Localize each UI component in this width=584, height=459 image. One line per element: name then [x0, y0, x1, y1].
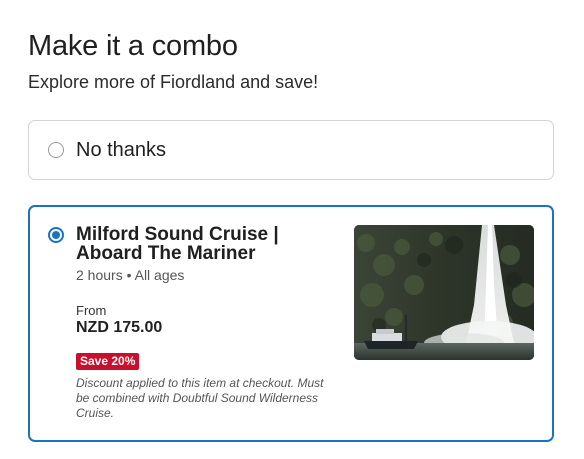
product-title: Milford Sound Cruise | Aboard The Marine… — [76, 224, 279, 264]
no-thanks-label: No thanks — [76, 139, 167, 161]
radio-button-selected[interactable] — [48, 227, 64, 243]
waterfall-cruise-image — [354, 225, 534, 360]
product-meta: 2 hours • All ages — [76, 267, 185, 283]
option-milford-cruise[interactable]: Milford Sound Cruise | Aboard The Marine… — [28, 205, 554, 442]
price-from-label: From — [76, 303, 107, 318]
discount-note: Discount applied to this item at checkou… — [76, 376, 324, 420]
page-title: Make it a combo — [28, 30, 238, 62]
product-price: NZD 175.00 — [76, 319, 163, 336]
combo-page: Make it a combo Explore more of Fiordlan… — [0, 0, 584, 459]
option-no-thanks[interactable]: No thanks — [28, 120, 554, 180]
discount-badge: Save 20% — [76, 353, 140, 370]
product-image — [354, 225, 534, 360]
radio-button-unselected[interactable] — [48, 142, 64, 158]
page-subtitle: Explore more of Fiordland and save! — [28, 72, 319, 92]
